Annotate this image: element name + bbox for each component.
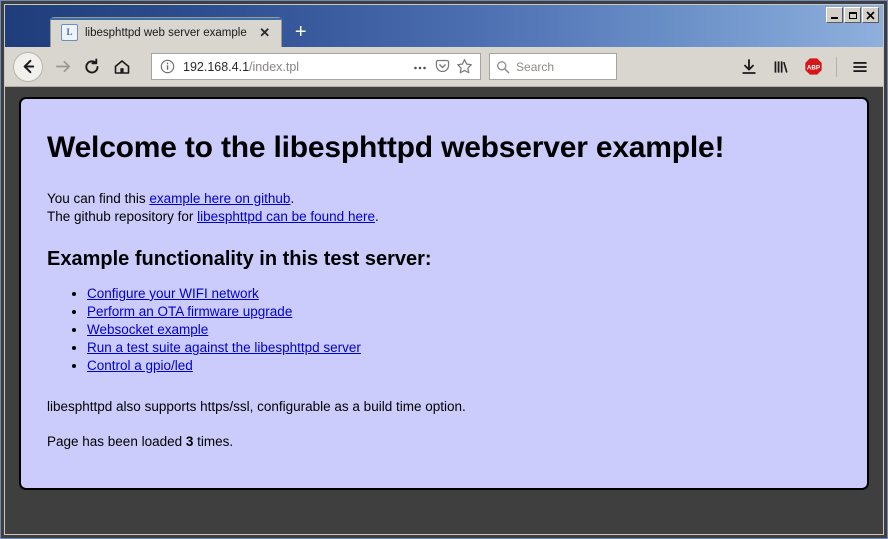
forward-button[interactable] — [47, 52, 77, 82]
list-item: Run a test suite against the libesphttpd… — [87, 339, 841, 357]
tab-strip: L libesphttpd web server example ✕ + — [5, 5, 316, 47]
github-example-link[interactable]: example here on github — [149, 191, 290, 206]
page-load-counter: Page has been loaded 3 times. — [47, 434, 841, 449]
link-ota-upgrade[interactable]: Perform an OTA firmware upgrade — [87, 304, 292, 319]
close-window-button[interactable] — [862, 7, 879, 23]
intro-line1-suffix: . — [290, 190, 295, 206]
link-test-suite[interactable]: Run a test suite against the libesphttpd… — [87, 340, 361, 355]
maximize-button[interactable] — [844, 7, 861, 23]
bookmark-button[interactable] — [454, 57, 474, 77]
downloads-button[interactable] — [734, 52, 764, 82]
navigation-toolbar: 192.168.4.1/index.tpl Search ABP — [5, 47, 883, 87]
download-arrow-icon — [742, 58, 756, 74]
reload-button[interactable] — [77, 52, 107, 82]
url-bar[interactable]: 192.168.4.1/index.tpl — [151, 53, 482, 80]
intro-line1-prefix: You can find this — [47, 190, 150, 206]
title-bar: L libesphttpd web server example ✕ + — [5, 5, 883, 47]
tab-title: libesphttpd web server example — [85, 26, 247, 39]
info-circle-icon — [160, 59, 175, 74]
forward-arrow-icon — [55, 60, 70, 73]
search-icon — [497, 60, 510, 73]
list-item: Configure your WIFI network — [87, 285, 841, 303]
page-title: Welcome to the libesphttpd webserver exa… — [47, 131, 725, 164]
star-icon — [456, 59, 472, 74]
toolbar-right-group: ABP — [625, 52, 875, 82]
counter-prefix: Page has been loaded — [47, 434, 186, 450]
list-item: Control a gpio/led — [87, 357, 841, 375]
search-input[interactable]: Search — [516, 60, 554, 74]
link-configure-wifi[interactable]: Configure your WIFI network — [87, 286, 259, 301]
url-text: 192.168.4.1/index.tpl — [183, 60, 408, 74]
pocket-save-icon[interactable] — [432, 57, 452, 77]
intro-line2-suffix: . — [374, 208, 379, 224]
reload-icon — [85, 57, 99, 73]
close-tab-icon[interactable]: ✕ — [257, 25, 273, 41]
link-websocket-example[interactable]: Websocket example — [87, 322, 208, 337]
adblock-plus-icon: ABP — [804, 58, 822, 75]
favicon-icon: L — [61, 24, 78, 41]
browser-window: L libesphttpd web server example ✕ + 192… — [0, 0, 888, 539]
home-icon — [114, 59, 130, 74]
ssl-note: libesphttpd also supports https/ssl, con… — [47, 399, 466, 415]
url-host: 192.168.4.1 — [183, 59, 250, 74]
section-heading: Example functionality in this test serve… — [47, 247, 432, 270]
counter-suffix: times. — [193, 434, 234, 450]
close-icon — [866, 10, 875, 20]
browser-tab[interactable]: L libesphttpd web server example ✕ — [50, 17, 282, 47]
intro-line2-prefix: The github repository for — [47, 208, 198, 224]
list-item: Perform an OTA firmware upgrade — [87, 303, 841, 321]
page-actions-icon[interactable] — [410, 57, 430, 77]
list-item: Websocket example — [87, 321, 841, 339]
back-arrow-icon — [23, 59, 34, 74]
library-bars-icon — [774, 60, 788, 73]
toolbar-divider — [836, 56, 838, 77]
web-page-content: Welcome to the libesphttpd webserver exa… — [19, 97, 869, 490]
ellipsis-icon — [414, 66, 426, 69]
library-button[interactable] — [766, 52, 796, 82]
maximize-icon — [848, 11, 857, 19]
identity-info-icon[interactable] — [160, 59, 175, 74]
search-bar[interactable]: Search — [489, 53, 618, 80]
adblock-plus-button[interactable]: ABP — [798, 52, 828, 82]
app-menu-button[interactable] — [845, 52, 875, 82]
github-repo-link[interactable]: libesphttpd can be found here — [197, 209, 375, 224]
home-button[interactable] — [107, 52, 137, 82]
functionality-list: Configure your WIFI network Perform an O… — [47, 285, 841, 375]
hamburger-menu-icon — [853, 61, 867, 72]
pocket-icon — [435, 59, 449, 73]
minimize-icon — [831, 16, 838, 19]
url-path: /index.tpl — [249, 59, 300, 74]
svg-text:ABP: ABP — [806, 65, 819, 72]
content-viewport: Welcome to the libesphttpd webserver exa… — [5, 87, 883, 534]
link-control-gpio-led[interactable]: Control a gpio/led — [87, 358, 193, 373]
minimize-button[interactable] — [826, 7, 843, 23]
new-tab-button[interactable]: + — [286, 17, 316, 47]
window-controls — [826, 7, 879, 23]
back-button[interactable] — [13, 51, 43, 82]
intro-paragraph: You can find this example here on github… — [47, 190, 841, 226]
